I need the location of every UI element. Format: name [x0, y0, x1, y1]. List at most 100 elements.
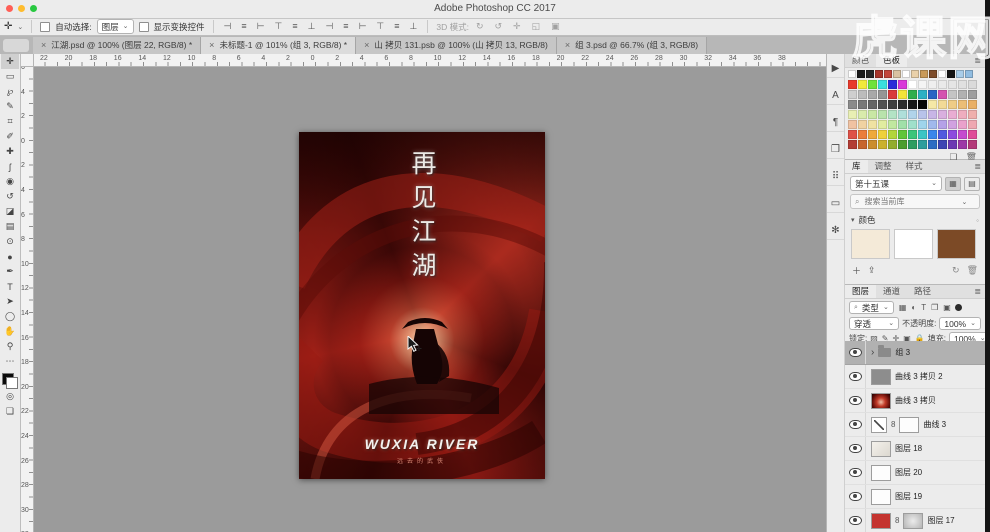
color-swatch[interactable]: [908, 120, 917, 129]
recent-color-swatch[interactable]: [929, 70, 937, 78]
close-tab-icon[interactable]: ×: [565, 37, 570, 54]
color-swatch[interactable]: [948, 90, 957, 99]
color-swatch[interactable]: [898, 80, 907, 89]
visibility-toggle[interactable]: [845, 365, 866, 388]
color-swatch[interactable]: [948, 140, 957, 149]
ruler-corner[interactable]: [20, 54, 34, 67]
timeline-panel-icon[interactable]: ▭: [827, 195, 844, 213]
canvas-area[interactable]: 再见江湖 WUXIA RIVER 远去的武侠 ✛: [33, 66, 826, 532]
clone-stamp-tool[interactable]: ◉: [1, 174, 19, 189]
library-search-input[interactable]: [862, 196, 959, 207]
align-icon[interactable]: ⊢: [255, 21, 267, 32]
color-swatch[interactable]: [888, 100, 897, 109]
color-swatch[interactable]: [898, 120, 907, 129]
eyedropper-tool[interactable]: ✐: [1, 129, 19, 144]
color-swatch[interactable]: [908, 130, 917, 139]
layer-thumbnail[interactable]: [871, 488, 891, 505]
gradient-tool[interactable]: ▤: [1, 219, 19, 234]
horizontal-ruler[interactable]: 22 20 18 16 14 12 10 8 6 4 2 0 2 4 6 8 10 12 14 16 18 20 22 24 2…: [20, 54, 826, 67]
layer-row[interactable]: 图层 18: [845, 437, 985, 461]
color-swatch[interactable]: [918, 110, 927, 119]
3d-mode-icon[interactable]: ✛: [511, 21, 523, 32]
3d-mode-icon[interactable]: ◱: [530, 21, 543, 32]
layers-tab[interactable]: 图层: [845, 285, 877, 298]
color-swatch[interactable]: [888, 110, 897, 119]
recent-color-swatch[interactable]: [938, 70, 946, 78]
color-swatch[interactable]: [918, 130, 927, 139]
visibility-toggle[interactable]: [845, 509, 866, 532]
3d-mode-icon[interactable]: ▣: [549, 21, 562, 32]
color-swatch[interactable]: [848, 140, 857, 149]
color-swatch[interactable]: [888, 140, 897, 149]
color-swatch[interactable]: [968, 130, 977, 139]
recent-color-swatch[interactable]: [884, 70, 892, 78]
brush-tool[interactable]: ʃ: [1, 159, 19, 174]
recent-color-swatch[interactable]: [866, 70, 874, 78]
color-swatch[interactable]: [958, 140, 967, 149]
panel-menu-icon[interactable]: ≣: [970, 160, 985, 173]
layer-row[interactable]: › 组 3: [845, 341, 985, 365]
layers-tab[interactable]: 通道: [876, 285, 907, 298]
color-swatch[interactable]: [858, 80, 867, 89]
glyphs-panel-icon[interactable]: ⠿: [827, 168, 844, 186]
document-tab[interactable]: × 组 3.psd @ 66.7% (组 3, RGB/8): [556, 37, 708, 54]
color-swatch[interactable]: [848, 90, 857, 99]
color-swatch[interactable]: [928, 110, 937, 119]
healing-brush-tool[interactable]: ✚: [1, 144, 19, 159]
color-swatch[interactable]: [878, 140, 887, 149]
3d-mode-icon[interactable]: ↻: [474, 21, 486, 32]
library-color-swatch[interactable]: [937, 229, 976, 259]
color-swatch[interactable]: [858, 100, 867, 109]
recent-color-swatch[interactable]: [956, 70, 964, 78]
layer-row[interactable]: 8 图层 17: [845, 509, 985, 532]
zoom-tool[interactable]: ⚲: [1, 339, 19, 354]
color-swatch[interactable]: [858, 120, 867, 129]
color-swatch[interactable]: [878, 130, 887, 139]
auto-select-checkbox[interactable]: [40, 21, 51, 32]
color-swatch[interactable]: [888, 80, 897, 89]
layer-thumbnail[interactable]: [871, 464, 891, 481]
color-swatch[interactable]: [958, 120, 967, 129]
layer-thumbnail[interactable]: [871, 512, 891, 529]
recent-color-swatch[interactable]: [875, 70, 883, 78]
properties-panel-icon[interactable]: ✻: [827, 222, 844, 240]
color-swatch[interactable]: [868, 100, 877, 109]
color-swatch[interactable]: [938, 140, 947, 149]
add-element-button[interactable]: ＋: [852, 264, 861, 277]
color-swatch[interactable]: [898, 130, 907, 139]
color-swatch[interactable]: [878, 80, 887, 89]
color-swatch[interactable]: [968, 100, 977, 109]
color-swatch[interactable]: [958, 90, 967, 99]
color-swatch[interactable]: [858, 110, 867, 119]
color-swatch[interactable]: [898, 110, 907, 119]
show-transform-checkbox[interactable]: [138, 21, 149, 32]
color-swatch[interactable]: [848, 80, 857, 89]
color-swatch[interactable]: [938, 130, 947, 139]
color-swatch[interactable]: [898, 100, 907, 109]
color-swatch[interactable]: [848, 120, 857, 129]
adjustment-layer-thumbnail[interactable]: [871, 416, 887, 433]
chevron-down-icon[interactable]: ⌄: [17, 23, 23, 31]
layer-row[interactable]: 曲线 3 拷贝: [845, 389, 985, 413]
libraries-tab[interactable]: 调整: [868, 160, 899, 173]
color-swatch[interactable]: [908, 90, 917, 99]
align-icon[interactable]: ⊤: [374, 21, 386, 32]
vertical-ruler[interactable]: 6420246810121416182022242628303234: [20, 66, 34, 532]
hand-tool[interactable]: ✋: [1, 324, 19, 339]
color-swatch[interactable]: [908, 80, 917, 89]
color-swatch[interactable]: [918, 100, 927, 109]
recent-color-swatch[interactable]: [965, 70, 973, 78]
recent-color-swatch[interactable]: [902, 70, 910, 78]
libraries-tab[interactable]: 库: [845, 160, 868, 173]
layer-thumbnail[interactable]: [871, 368, 891, 385]
layer-mask-thumbnail[interactable]: [899, 416, 920, 433]
edit-toolbar[interactable]: ⋯: [1, 354, 19, 369]
color-swatch[interactable]: [858, 130, 867, 139]
3d-panel-icon[interactable]: ❒: [827, 141, 844, 159]
close-tab-icon[interactable]: ×: [41, 37, 46, 54]
color-swatch[interactable]: [958, 80, 967, 89]
layer-thumbnail[interactable]: [871, 440, 891, 457]
color-swatch[interactable]: [868, 140, 877, 149]
color-swatch[interactable]: [928, 80, 937, 89]
library-color-swatch[interactable]: [894, 229, 933, 259]
